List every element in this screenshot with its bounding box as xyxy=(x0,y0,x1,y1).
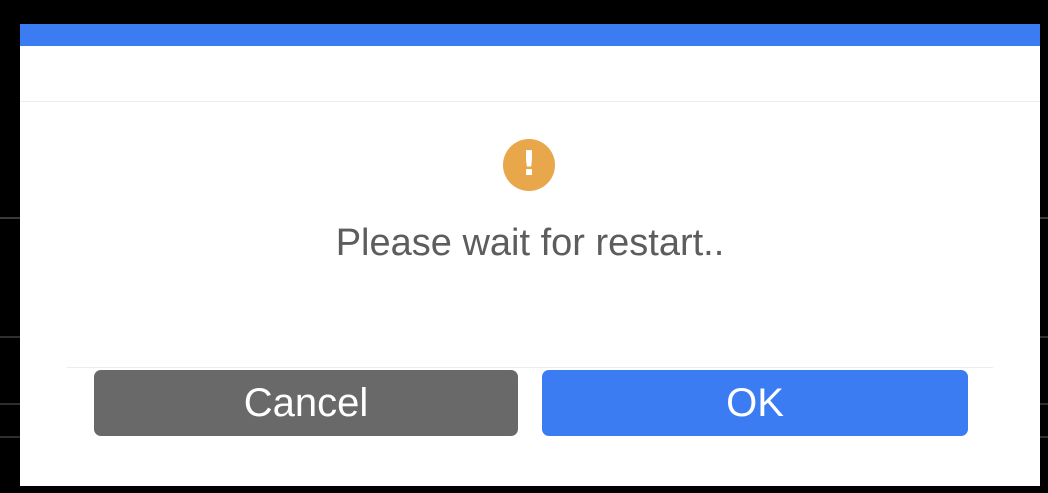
restart-dialog: ! Please wait for restart.. Cancel OK xyxy=(20,24,1040,486)
warning-icon: ! xyxy=(503,139,555,191)
cancel-button[interactable]: Cancel xyxy=(94,370,518,436)
ok-button[interactable]: OK xyxy=(542,370,968,436)
dialog-header xyxy=(20,46,1040,102)
dialog-top-accent-bar xyxy=(20,24,1040,46)
dialog-message: Please wait for restart.. xyxy=(335,222,725,264)
dialog-footer-divider xyxy=(67,367,993,368)
warning-icon-glyph: ! xyxy=(521,144,537,184)
